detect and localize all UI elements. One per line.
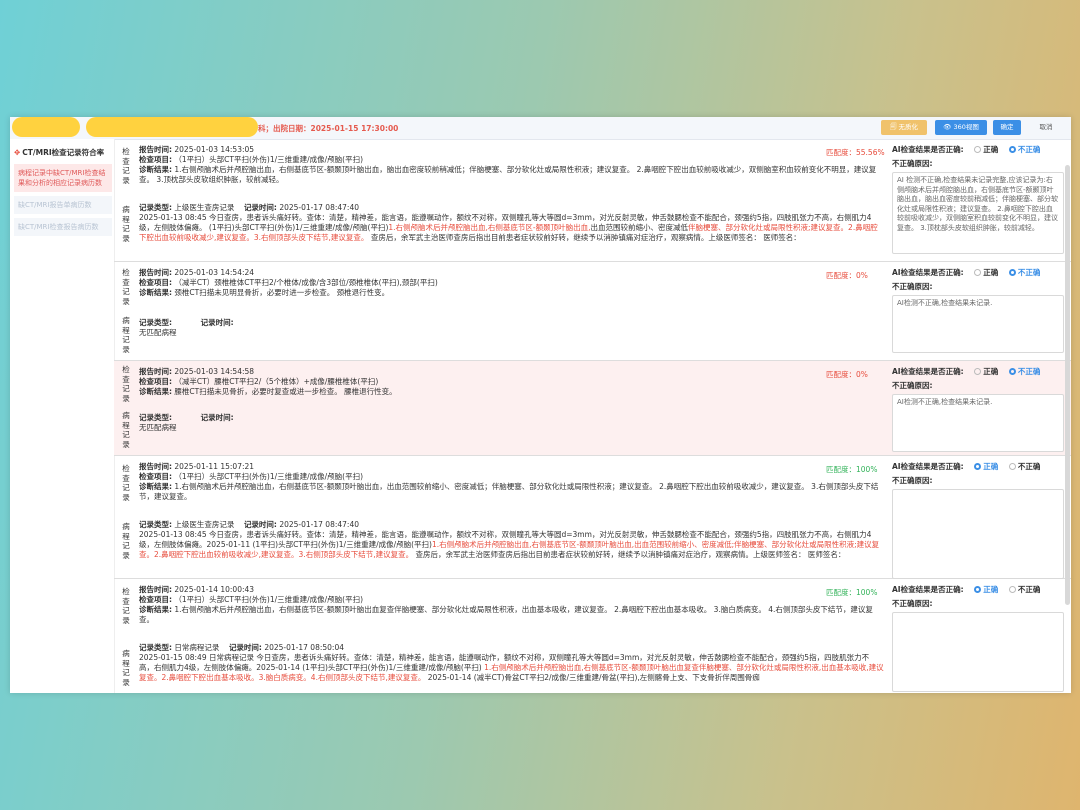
radio-correct[interactable]: 正确 (974, 366, 998, 377)
redacted-patient-name (12, 117, 80, 137)
view-360-button[interactable]: 👁 360视图 (935, 120, 987, 135)
check-record-label: 检查记录 (122, 464, 130, 502)
record-list: 检查记录 报告时间: 2025-01-03 14:53:05 检查项目: （1平… (114, 139, 1071, 693)
redacted-patient-info (86, 117, 258, 137)
radio-incorrect[interactable]: 不正确 (1008, 267, 1040, 278)
match-rate: 匹配度：0% (826, 271, 868, 280)
app-window: 科；出院日期：2025-01-15 17:30:00 🗐 无质化 👁 360视图… (10, 117, 1071, 693)
course-record-label: 病程记录 (122, 316, 130, 354)
no-match-text: 无匹配病程 (139, 328, 177, 337)
check-record: 报告时间: 2025-01-14 10:00:43 检查项目: （1平扫）头部C… (139, 585, 873, 624)
diagnosis: 1.右侧颅脑术后并颅腔脑出血，右侧基底节区-额颞顶叶脑出血，脑出血密度较前稍减低… (139, 165, 877, 184)
sidebar-item-missing-analysis[interactable]: 病程记录中缺CT/MRI检查结果和分析的相应记录病历数 (14, 164, 112, 192)
scrollbar[interactable] (1065, 165, 1070, 605)
check-record-label: 检查记录 (122, 147, 130, 185)
sidebar: ✥ CT/MRI检查记录符合率 病程记录中缺CT/MRI检查结果和分析的相应记录病… (10, 139, 115, 693)
course-record-label: 病程记录 (122, 205, 130, 243)
discharge-info: 科；出院日期：2025-01-15 17:30:00 (258, 124, 399, 133)
course-record-label: 病程记录 (122, 411, 130, 449)
radio-incorrect[interactable]: 不正确 (1008, 144, 1040, 155)
ai-check-panel: AI检查结果是否正确: 正确 不正确 不正确原因: AI检测不正确,检查结果未记… (892, 267, 1064, 353)
no-match-text: 无匹配病程 (139, 423, 177, 432)
ai-check-panel: AI检查结果是否正确: 正确 不正确 不正确原因: AI 检测不正确,检查结果未… (892, 144, 1064, 254)
radio-incorrect[interactable]: 不正确 (1008, 584, 1040, 595)
wrong-reason-textarea[interactable] (892, 489, 1064, 579)
course-record: 记录类型: 上级医生查房记录 记录时间: 2025-01-17 08:47:40… (139, 203, 878, 242)
wrong-reason-textarea[interactable]: AI检测不正确,检查结果未记录. (892, 394, 1064, 452)
record-row: 检查记录 报告时间: 2025-01-03 14:53:05 检查项目: （1平… (114, 139, 1071, 262)
check-record-label: 检查记录 (122, 365, 130, 403)
radio-correct[interactable]: 正确 (974, 461, 998, 472)
radio-correct[interactable]: 正确 (974, 267, 998, 278)
sidebar-item-missing-check-report[interactable]: 缺CT/MRI检查报告病历数 (14, 218, 112, 236)
match-rate: 匹配度：55.56% (826, 148, 885, 157)
check-record: 报告时间: 2025-01-03 14:53:05 检查项目: （1平扫）头部C… (139, 145, 877, 184)
check-record: 报告时间: 2025-01-03 14:54:24 检查项目: （减半CT）颈椎… (139, 268, 438, 297)
course-record: 记录类型: 记录时间: 无匹配病程 (139, 318, 884, 338)
check-item: （1平扫）头部CT平扫(外伤)1/三维重建/成像/颅脑(平扫) (174, 155, 364, 164)
ai-check-panel: AI检查结果是否正确: 正确 不正确 不正确原因: (892, 584, 1064, 692)
check-record-label: 检查记录 (122, 268, 130, 306)
course-record: 记录类型: 日常病程记录 记录时间: 2025-01-17 08:50:04 2… (139, 643, 884, 682)
radio-incorrect[interactable]: 不正确 (1008, 366, 1040, 377)
radio-correct[interactable]: 正确 (974, 144, 998, 155)
wrong-reason-textarea[interactable] (892, 612, 1064, 692)
sidebar-title: ✥ CT/MRI检查记录符合率 (14, 148, 105, 157)
report-time: 2025-01-03 14:53:05 (174, 145, 255, 154)
top-bar: 科；出院日期：2025-01-15 17:30:00 🗐 无质化 👁 360视图… (10, 117, 1071, 140)
wrong-reason-textarea[interactable]: AI检测不正确,检查结果未记录. (892, 295, 1064, 353)
check-record: 报告时间: 2025-01-11 15:07:21 检查项目: （1平扫）头部C… (139, 462, 879, 501)
check-record: 报告时间: 2025-01-03 14:54:58 检查项目: （减半CT）腰椎… (139, 367, 397, 396)
course-record-label: 病程记录 (122, 522, 130, 560)
radio-incorrect[interactable]: 不正确 (1008, 461, 1040, 472)
match-rate: 匹配度：100% (826, 588, 878, 597)
course-record-label: 病程记录 (122, 649, 130, 687)
cancel-button[interactable]: 取消 (1031, 120, 1061, 135)
structure-button[interactable]: 🗐 无质化 (881, 120, 927, 135)
target-icon: ✥ (14, 148, 21, 157)
ai-check-panel: AI检查结果是否正确: 正确 不正确 不正确原因: (892, 461, 1064, 579)
sidebar-item-missing-report-sheet[interactable]: 缺CT/MRI报告单病历数 (14, 196, 112, 214)
record-row: 检查记录 报告时间: 2025-01-11 15:07:21 检查项目: （1平… (114, 456, 1071, 579)
record-row: 检查记录 报告时间: 2025-01-03 14:54:58 检查项目: （减半… (114, 361, 1071, 456)
match-rate: 匹配度：0% (826, 370, 868, 379)
wrong-reason-textarea[interactable]: AI 检测不正确,检查结果未记录完整,应该记录为:右侧颅脑术后并颅腔脑出血，右侧… (892, 172, 1064, 254)
match-rate: 匹配度：100% (826, 465, 878, 474)
radio-correct[interactable]: 正确 (974, 584, 998, 595)
course-record: 记录类型: 记录时间: 无匹配病程 (139, 413, 884, 433)
course-record: 记录类型: 上级医生查房记录 记录时间: 2025-01-17 08:47:40… (139, 520, 880, 559)
check-record-label: 检查记录 (122, 587, 130, 625)
record-row: 检查记录 报告时间: 2025-01-03 14:54:24 检查项目: （减半… (114, 262, 1071, 361)
ai-check-panel: AI检查结果是否正确: 正确 不正确 不正确原因: AI检测不正确,检查结果未记… (892, 366, 1064, 452)
confirm-button[interactable]: 确定 (993, 120, 1021, 135)
record-row: 检查记录 报告时间: 2025-01-14 10:00:43 检查项目: （1平… (114, 579, 1071, 693)
